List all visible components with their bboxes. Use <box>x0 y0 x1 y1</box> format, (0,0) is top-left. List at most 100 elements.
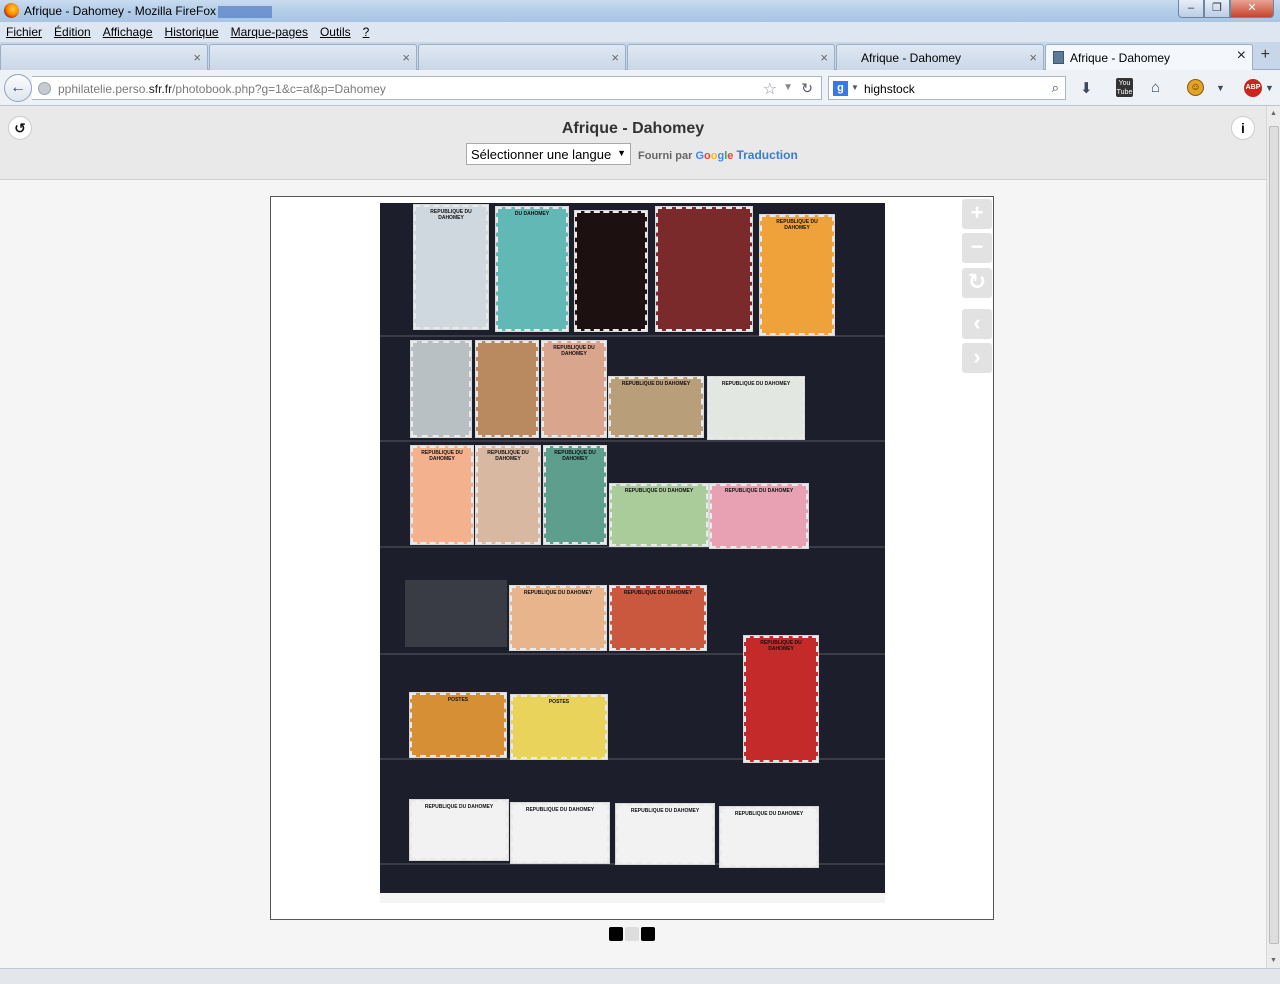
tab-close-icon[interactable]: × <box>611 50 619 65</box>
stamp-album-photo: REPUBLIQUE DU DAHOMEY DU DAHOMEY REPUBLI… <box>380 203 885 903</box>
powered-by-label: Fourni par <box>638 150 693 162</box>
previous-button[interactable]: ‹ <box>962 309 992 339</box>
search-input[interactable]: highstock <box>864 82 915 96</box>
scroll-thumb[interactable] <box>1269 126 1279 944</box>
menu-aide[interactable]: ? <box>363 25 370 39</box>
url-path: /photobook.php?g=1&c=af&p=Dahomey <box>172 82 386 96</box>
scroll-down-icon[interactable]: ▼ <box>1270 957 1277 964</box>
album-strip <box>380 440 885 442</box>
new-tab-button[interactable]: + <box>1261 46 1270 64</box>
youtube-icon[interactable]: You Tube <box>1116 78 1133 97</box>
stamp: REPUBLIQUE DU DAHOMEY <box>743 635 819 763</box>
album-strip <box>380 335 885 337</box>
close-window-button[interactable]: ✕ <box>1230 0 1274 18</box>
stamp-label: POSTES <box>447 697 469 703</box>
language-select[interactable]: Sélectionner une langue ▼ <box>466 143 631 165</box>
tab-active-label: Afrique - Dahomey <box>1070 51 1171 65</box>
google-letter: o <box>704 150 711 162</box>
menu-outils[interactable]: Outils <box>320 25 351 39</box>
stamp: REPUBLIQUE DU DAHOMEY <box>510 802 610 864</box>
stamp: REPUBLIQUE DU DAHOMEY <box>609 483 709 547</box>
minimize-button[interactable]: – <box>1178 0 1204 18</box>
maximize-button[interactable]: ❐ <box>1204 0 1230 18</box>
translate-link[interactable]: Traduction <box>736 148 797 162</box>
scroll-up-icon[interactable]: ▲ <box>1270 110 1277 117</box>
history-dropdown-icon[interactable]: ▼ <box>783 82 793 93</box>
tab-2[interactable]: × <box>209 44 417 70</box>
tab-close-icon[interactable]: × <box>193 50 201 65</box>
tab-4[interactable]: × <box>627 44 835 70</box>
url-text[interactable]: pphilatelie.perso.sfr.fr/photobook.php?g… <box>58 82 386 96</box>
menu-bar: Fichier Édition Affichage Historique Mar… <box>0 22 1280 42</box>
tab-close-icon[interactable]: × <box>1237 47 1246 65</box>
tab-close-icon[interactable]: × <box>820 50 828 65</box>
google-logo: Google <box>695 150 733 162</box>
pager-dot-3[interactable] <box>641 927 655 941</box>
redacted-block <box>218 5 273 18</box>
stamp-label: REPUBLIQUE DU DAHOMEY <box>424 804 494 810</box>
stamp: REPUBLIQUE DU DAHOMEY <box>543 445 607 545</box>
vertical-scrollbar[interactable]: ▲ ▼ <box>1266 106 1280 968</box>
adblock-dropdown-icon[interactable]: ▼ <box>1265 83 1274 101</box>
download-icon[interactable]: ⬇ <box>1080 79 1093 97</box>
stamp <box>574 210 648 332</box>
powered-by-google-translate: Fourni par Google Traduction <box>638 148 798 162</box>
pager-dot-2[interactable] <box>625 927 639 941</box>
greasemonkey-dropdown-icon[interactable]: ▼ <box>1216 83 1225 101</box>
empty-stamp-slot <box>405 580 507 647</box>
stamp: REPUBLIQUE DU DAHOMEY <box>615 803 715 865</box>
zoom-out-button[interactable]: − <box>962 233 992 263</box>
menu-edition[interactable]: Édition <box>54 25 91 39</box>
stamp: REPUBLIQUE DU DAHOMEY <box>409 799 509 861</box>
greasemonkey-icon[interactable]: ☺ <box>1187 79 1204 96</box>
stamp: REPUBLIQUE DU DAHOMEY <box>707 376 805 440</box>
stamp-label: REPUBLIQUE DU DAHOMEY <box>430 209 472 221</box>
window-titlebar: Afrique - Dahomey - Mozilla FireFox – ❐ … <box>0 0 1280 22</box>
google-engine-icon[interactable]: g <box>833 81 848 96</box>
bookmark-star-icon[interactable]: ☆ <box>763 79 777 99</box>
menu-fichier[interactable]: Fichier <box>6 25 42 39</box>
tab-close-icon[interactable]: × <box>1029 50 1037 65</box>
pager-dot-1[interactable] <box>609 927 623 941</box>
stamp: REPUBLIQUE DU DAHOMEY <box>541 340 607 438</box>
stamp: REPUBLIQUE DU DAHOMEY <box>759 214 835 336</box>
stamp: REPUBLIQUE DU DAHOMEY <box>509 585 607 651</box>
reset-rotate-button[interactable]: ↻ <box>962 268 992 298</box>
google-letter: e <box>727 150 734 162</box>
tab-3[interactable]: × <box>418 44 626 70</box>
menu-affichage[interactable]: Affichage <box>103 25 153 39</box>
stamp <box>410 340 472 438</box>
search-bar[interactable]: g ▼ highstock ⌕ <box>828 76 1066 100</box>
window-controls: – ❐ ✕ <box>1178 0 1274 19</box>
address-bar[interactable]: pphilatelie.perso.sfr.fr/photobook.php?g… <box>32 76 822 100</box>
back-button[interactable]: ← <box>4 74 32 102</box>
stamp: DU DAHOMEY <box>495 206 569 332</box>
stamp: REPUBLIQUE DU DAHOMEY <box>475 445 541 545</box>
stamp-label: REPUBLIQUE DU DAHOMEY <box>623 590 693 596</box>
menu-historique[interactable]: Historique <box>165 25 219 39</box>
google-letter: G <box>695 150 705 162</box>
tab-active[interactable]: Afrique - Dahomey × <box>1045 44 1253 71</box>
home-icon[interactable]: ⌂ <box>1151 79 1160 97</box>
tab-1[interactable]: × <box>0 44 208 70</box>
menu-marque-pages[interactable]: Marque-pages <box>231 25 308 39</box>
zoom-in-button[interactable]: + <box>962 199 992 229</box>
stamp: REPUBLIQUE DU DAHOMEY <box>410 445 474 545</box>
stamp-label: REPUBLIQUE DU DAHOMEY <box>760 640 802 652</box>
stamp-label: REPUBLIQUE DU DAHOMEY <box>553 345 595 357</box>
page-favicon-icon <box>1053 51 1064 64</box>
stamp-label: POSTES <box>548 699 570 705</box>
reload-icon[interactable]: ↻ <box>801 80 813 97</box>
stamp: REPUBLIQUE DU DAHOMEY <box>608 376 704 438</box>
tab-close-icon[interactable]: × <box>402 50 410 65</box>
next-button[interactable]: › <box>962 343 992 373</box>
adblock-icon[interactable]: ABP <box>1244 79 1262 97</box>
stamp <box>475 340 539 438</box>
tab-5[interactable]: Afrique - Dahomey × <box>836 44 1044 70</box>
stamp: REPUBLIQUE DU DAHOMEY <box>609 585 707 651</box>
chevron-down-icon: ▼ <box>617 148 626 158</box>
photo-bottom-edge <box>380 893 885 903</box>
stamp-label: REPUBLIQUE DU DAHOMEY <box>630 808 700 814</box>
engine-dropdown-icon[interactable]: ▼ <box>851 83 859 92</box>
search-icon[interactable]: ⌕ <box>1052 80 1059 96</box>
